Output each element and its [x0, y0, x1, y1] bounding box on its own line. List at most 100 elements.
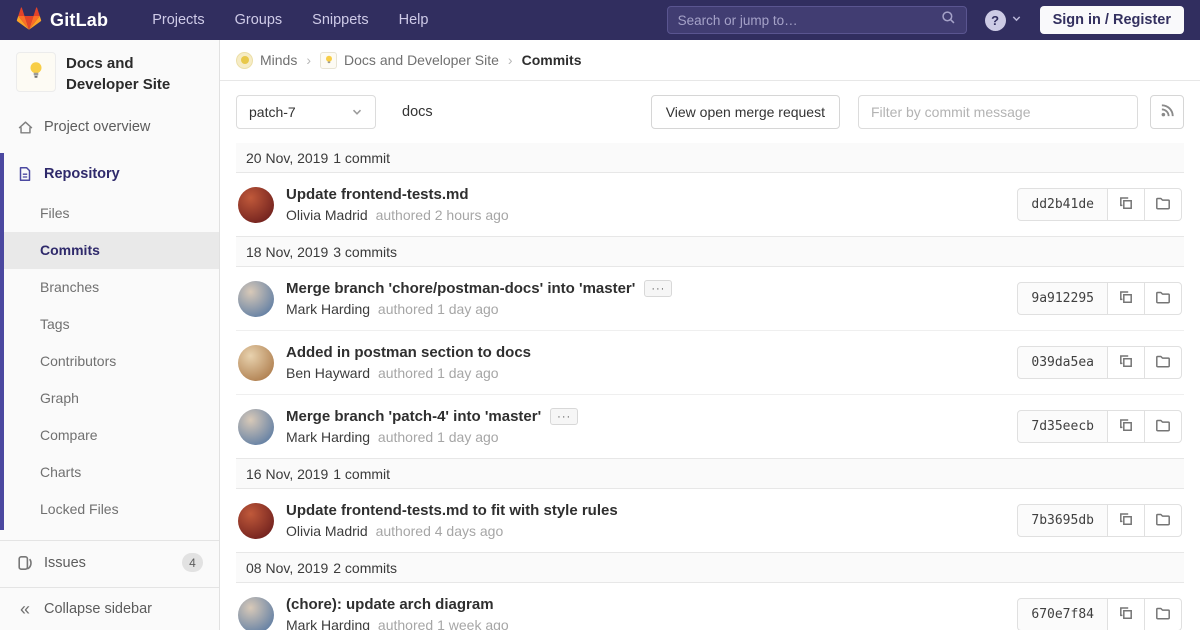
commit-count: 1 commit [333, 150, 390, 166]
expand-commit-message-button[interactable]: ··· [644, 280, 672, 297]
copy-icon [1118, 417, 1134, 436]
commit-author-link[interactable]: Mark Harding [286, 301, 370, 317]
commit-author-link[interactable]: Ben Hayward [286, 365, 370, 381]
issues-count-badge: 4 [182, 553, 203, 572]
commit-row: Merge branch 'patch-4' into 'master' ···… [236, 395, 1184, 459]
copy-sha-button[interactable] [1107, 504, 1145, 537]
copy-icon [1118, 289, 1134, 308]
commit-title-link[interactable]: Added in postman section to docs [286, 344, 531, 361]
nav-projects[interactable]: Projects [152, 12, 204, 28]
rss-icon [1160, 103, 1175, 121]
commit-title-link[interactable]: Update frontend-tests.md [286, 186, 469, 203]
collapse-sidebar-button[interactable]: « Collapse sidebar [0, 587, 219, 630]
sidebar-item-contributors[interactable]: Contributors [4, 343, 219, 380]
author-avatar[interactable] [238, 503, 274, 539]
commit-author-link[interactable]: Olivia Madrid [286, 523, 368, 539]
commit-sha-group: 7d35eecb [1017, 410, 1182, 443]
author-avatar[interactable] [238, 409, 274, 445]
sign-in-register-button[interactable]: Sign in / Register [1040, 6, 1184, 34]
copy-icon [1118, 605, 1134, 624]
browse-files-button[interactable] [1144, 282, 1182, 315]
sidebar-item-tags[interactable]: Tags [4, 306, 219, 343]
gitlab-home-link[interactable]: GitLab [16, 5, 108, 36]
chevron-down-icon [351, 106, 363, 118]
gitlab-tanuki-icon [16, 5, 42, 36]
browse-files-button[interactable] [1144, 504, 1182, 537]
group-avatar [236, 52, 253, 69]
commit-title-link[interactable]: (chore): update arch diagram [286, 596, 494, 613]
top-navbar: GitLab Projects Groups Snippets Help ? S… [0, 0, 1200, 40]
commit-date-header: 20 Nov, 2019 1 commit [236, 143, 1184, 173]
sidebar-item-label: Issues [44, 555, 86, 571]
project-title: Docs and Developer Site [66, 52, 203, 95]
copy-icon [1118, 195, 1134, 214]
help-menu-toggle[interactable]: ? [985, 10, 1022, 31]
commit-date: 20 Nov, 2019 [246, 150, 328, 166]
commit-author-link[interactable]: Mark Harding [286, 429, 370, 445]
branch-selector[interactable]: patch-7 [236, 95, 376, 129]
commit-sha[interactable]: dd2b41de [1017, 188, 1108, 221]
sidebar-item-label: Project overview [44, 119, 150, 135]
commit-row: Update frontend-tests.md ··· Olivia Madr… [236, 173, 1184, 237]
document-icon [16, 166, 34, 182]
sidebar-item-repository[interactable]: Repository [4, 153, 219, 195]
commit-date: 18 Nov, 2019 [246, 244, 328, 260]
commit-date-header: 18 Nov, 2019 3 commits [236, 236, 1184, 267]
copy-icon [1118, 511, 1134, 530]
commits-toolbar: patch-7 docs View open merge request [220, 81, 1200, 143]
search-input[interactable] [678, 13, 941, 28]
author-avatar[interactable] [238, 345, 274, 381]
sidebar-item-project-overview[interactable]: Project overview [0, 107, 219, 147]
browse-files-button[interactable] [1144, 410, 1182, 443]
commit-sha[interactable]: 670e7f84 [1017, 598, 1108, 630]
commit-sha[interactable]: 7b3695db [1017, 504, 1108, 537]
breadcrumb-separator: › [306, 52, 311, 68]
sidebar-item-branches[interactable]: Branches [4, 269, 219, 306]
nav-snippets[interactable]: Snippets [312, 12, 368, 28]
commit-authored-time: authored 2 hours ago [376, 207, 509, 223]
copy-sha-button[interactable] [1107, 598, 1145, 630]
project-context-header[interactable]: Docs and Developer Site [0, 40, 219, 107]
view-merge-request-button[interactable]: View open merge request [651, 95, 840, 129]
copy-sha-button[interactable] [1107, 410, 1145, 443]
expand-commit-message-button[interactable]: ··· [550, 408, 578, 425]
browse-files-button[interactable] [1144, 346, 1182, 379]
folder-icon [1155, 417, 1171, 436]
author-avatar[interactable] [238, 281, 274, 317]
folder-icon [1155, 511, 1171, 530]
commit-title-link[interactable]: Merge branch 'chore/postman-docs' into '… [286, 280, 635, 297]
sidebar-item-locked-files[interactable]: Locked Files [4, 491, 219, 528]
author-avatar[interactable] [238, 597, 274, 630]
commit-author-link[interactable]: Olivia Madrid [286, 207, 368, 223]
commit-sha-group: 670e7f84 [1017, 598, 1182, 630]
commit-sha[interactable]: 9a912295 [1017, 282, 1108, 315]
browse-files-button[interactable] [1144, 598, 1182, 630]
breadcrumb-project-link[interactable]: Docs and Developer Site [344, 52, 499, 68]
commit-title-link[interactable]: Merge branch 'patch-4' into 'master' [286, 408, 541, 425]
breadcrumb-group-link[interactable]: Minds [260, 52, 297, 68]
copy-sha-button[interactable] [1107, 188, 1145, 221]
commit-title-link[interactable]: Update frontend-tests.md to fit with sty… [286, 502, 618, 519]
copy-sha-button[interactable] [1107, 346, 1145, 379]
sidebar-item-compare[interactable]: Compare [4, 417, 219, 454]
commit-sha[interactable]: 7d35eecb [1017, 410, 1108, 443]
copy-sha-button[interactable] [1107, 282, 1145, 315]
gitlab-wordmark: GitLab [50, 10, 108, 31]
author-avatar[interactable] [238, 187, 274, 223]
global-search-box[interactable] [667, 6, 967, 34]
commit-filter-input[interactable] [858, 95, 1138, 129]
sidebar-item-issues[interactable]: Issues 4 [0, 540, 219, 584]
branch-selector-value: patch-7 [249, 104, 296, 120]
sidebar-item-files[interactable]: Files [4, 195, 219, 232]
commit-author-link[interactable]: Mark Harding [286, 617, 370, 630]
commit-sha[interactable]: 039da5ea [1017, 346, 1108, 379]
sidebar-item-charts[interactable]: Charts [4, 454, 219, 491]
chevron-down-icon [1011, 11, 1022, 29]
nav-groups[interactable]: Groups [235, 12, 283, 28]
rss-feed-button[interactable] [1150, 95, 1184, 129]
nav-help[interactable]: Help [399, 12, 429, 28]
browse-files-button[interactable] [1144, 188, 1182, 221]
sidebar-item-commits[interactable]: Commits [4, 232, 219, 269]
sidebar-item-graph[interactable]: Graph [4, 380, 219, 417]
commit-sha-group: 7b3695db [1017, 504, 1182, 537]
